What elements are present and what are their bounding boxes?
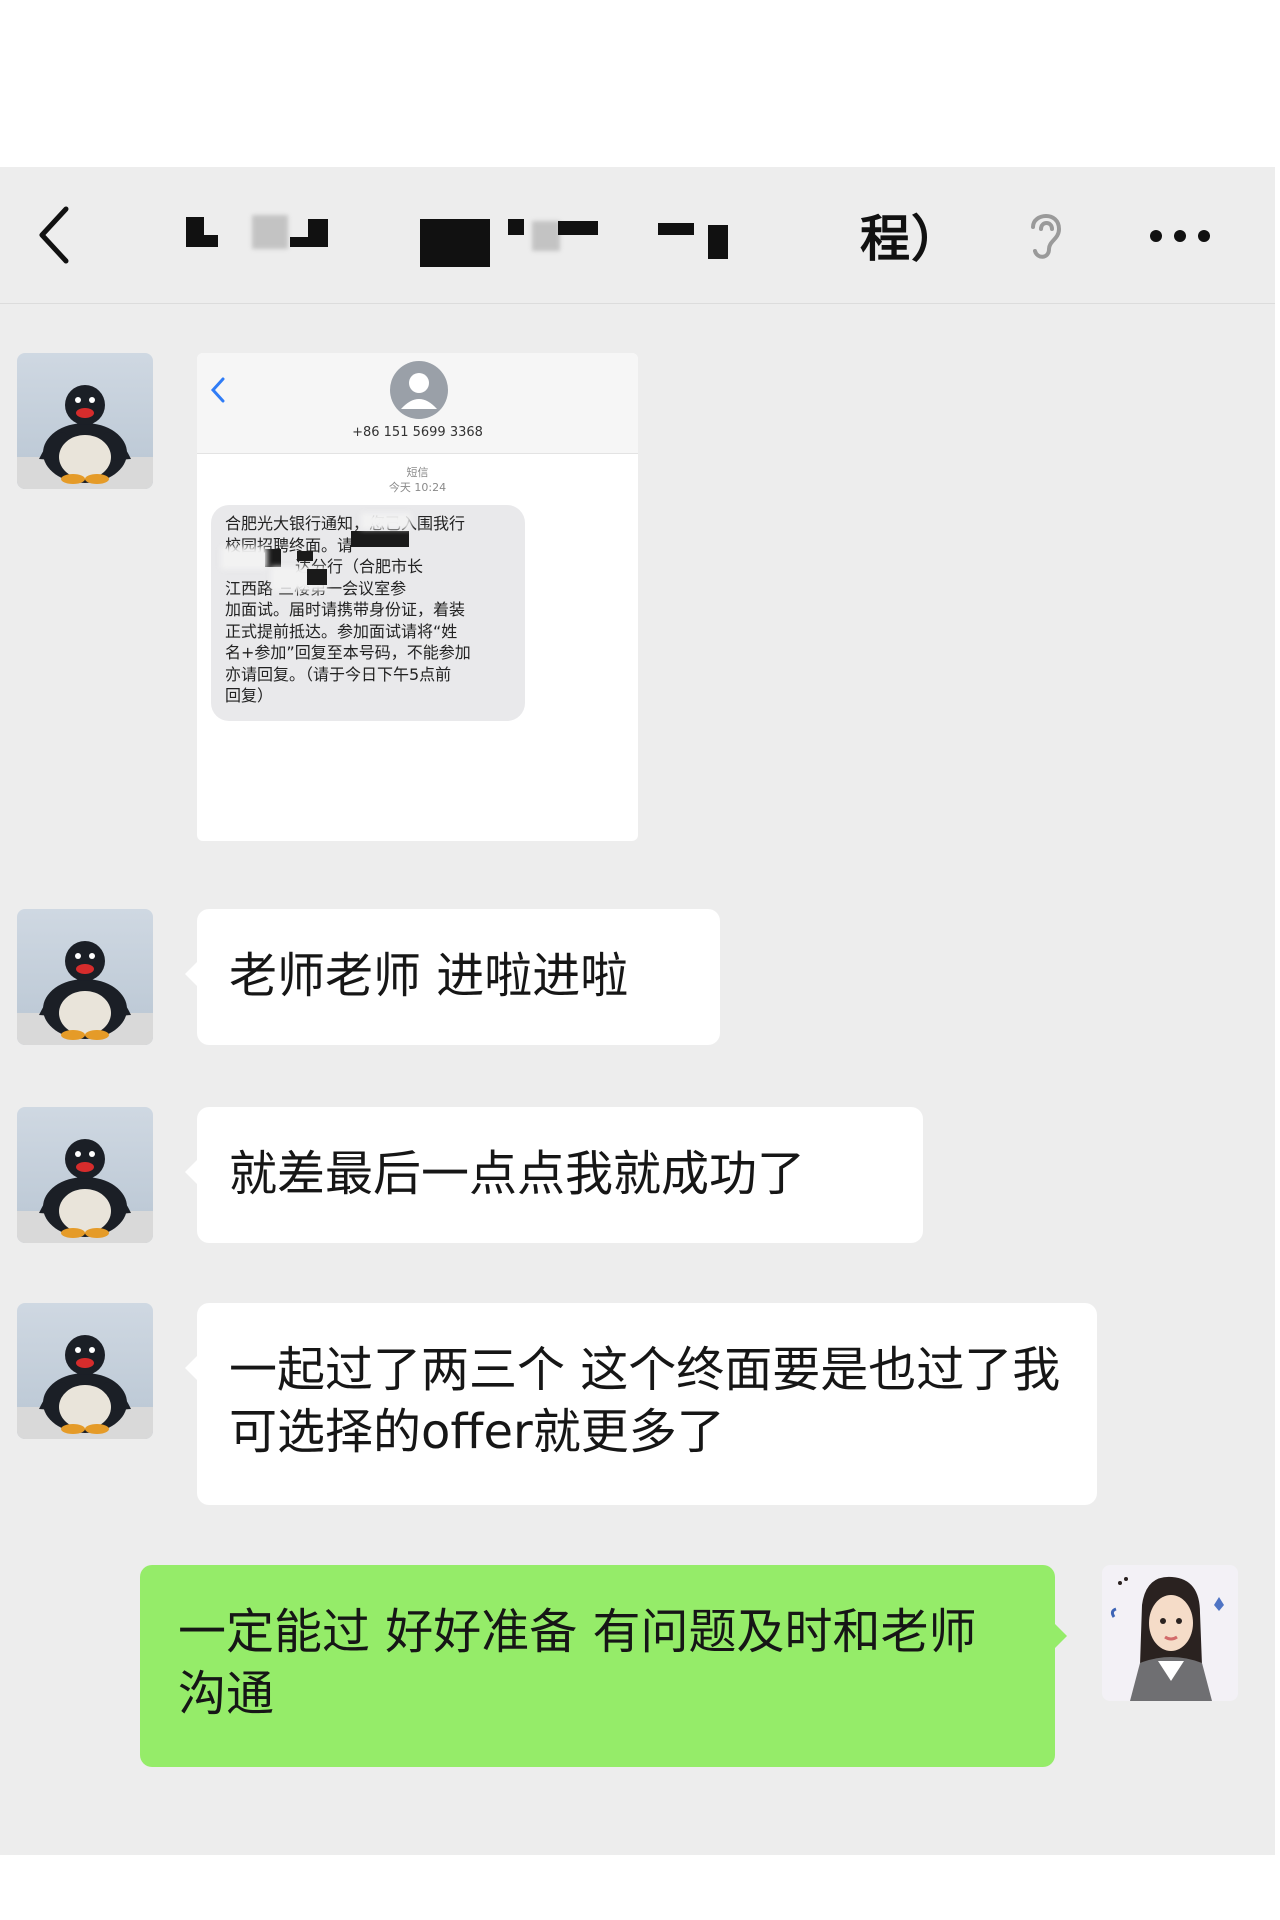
message-bubble-own[interactable]: 一定能过 好好准备 有问题及时和老师沟通 (140, 1565, 1067, 1767)
message-bubble[interactable]: 就差最后一点点我就成功了 (185, 1107, 923, 1243)
message-text: 就差最后一点点我就成功了 (229, 1146, 806, 1202)
own-avatar[interactable] (1102, 1565, 1238, 1701)
chat-header: 程） (0, 167, 1275, 304)
more-icon[interactable] (1150, 219, 1216, 249)
contact-placeholder-icon (390, 361, 448, 419)
chat-window: 程） +86 151 5699 3368 短信 今天 10:24 合肥光大银行通… (0, 167, 1275, 1855)
contact-avatar[interactable] (17, 909, 153, 1045)
title-text: 程） (860, 210, 962, 268)
message-text: 一定能过 好好准备 有问题及时和老师沟通 (178, 1604, 977, 1722)
sms-line: 江西路 三楼第一会议室参 (225, 578, 407, 598)
sms-redaction (351, 531, 409, 547)
sms-header: +86 151 5699 3368 (197, 353, 638, 454)
bottom-area (0, 1855, 1280, 1920)
contact-avatar[interactable] (17, 1107, 153, 1243)
sms-channel: 短信 (406, 466, 429, 479)
contact-avatar[interactable] (17, 1303, 153, 1439)
message-text: 一起过了两三个 这个终面要是也过了我可选择的offer就更多了 (229, 1342, 1061, 1460)
title-redaction (186, 217, 204, 247)
chevron-left-icon (210, 377, 225, 403)
sms-line: 回复） (225, 686, 274, 705)
chat-title: 程） (180, 197, 1000, 269)
chevron-left-icon[interactable] (34, 203, 74, 267)
sms-meta: 短信 今天 10:24 (197, 465, 638, 495)
sms-line: 正式提前抵达。参加面试请将“姓 (225, 621, 458, 641)
sms-bubble: 合肥光大银行通知，您已入围我行 校园招聘终面。请 达分行（合肥市长 江西路 三楼… (211, 505, 525, 721)
sms-line: 名+参加”回复至本号码，不能参加 (225, 643, 471, 662)
sms-time: 今天 10:24 (388, 481, 447, 494)
ear-icon[interactable] (1023, 203, 1069, 265)
message-bubble[interactable]: 一起过了两三个 这个终面要是也过了我可选择的offer就更多了 (185, 1303, 1097, 1505)
sms-line: 加面试。届时请携带身份证，着装 (225, 600, 466, 619)
image-message[interactable]: +86 151 5699 3368 短信 今天 10:24 合肥光大银行通知，您… (197, 353, 638, 841)
sms-line: 亦请回复。（请于今日下午5点前 (225, 664, 452, 684)
message-text: 老师老师 进啦进啦 (229, 948, 629, 1004)
contact-avatar[interactable] (17, 353, 153, 489)
message-bubble[interactable]: 老师老师 进啦进啦 (185, 909, 720, 1045)
sms-phone-number: +86 151 5699 3368 (352, 425, 483, 440)
